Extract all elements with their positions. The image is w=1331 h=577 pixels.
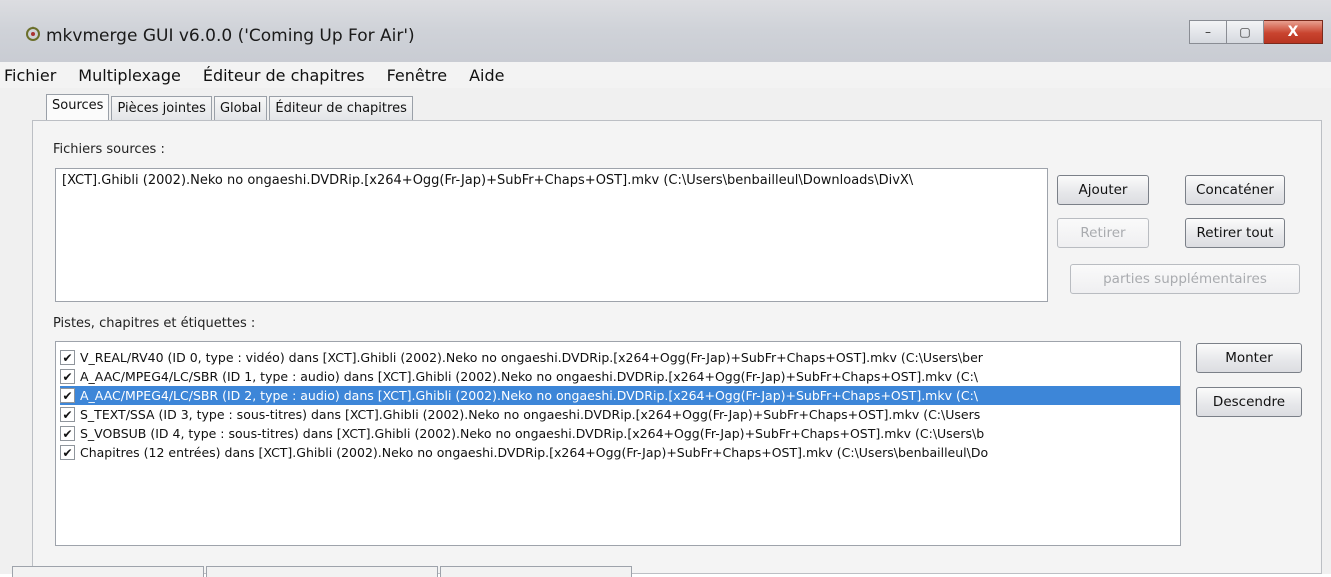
tab-bar: Sources Pièces jointes Global Éditeur de… xyxy=(46,94,415,120)
track-label: A_AAC/MPEG4/LC/SBR (ID 2, type : audio) … xyxy=(80,388,978,403)
track-label: V_REAL/RV40 (ID 0, type : vidéo) dans [X… xyxy=(80,350,983,365)
track-row[interactable]: ✔ A_AAC/MPEG4/LC/SBR (ID 1, type : audio… xyxy=(60,367,1180,386)
close-button[interactable]: X xyxy=(1264,20,1323,44)
track-checkbox[interactable]: ✔ xyxy=(60,350,75,365)
track-label: Chapitres (12 entrées) dans [XCT].Ghibli… xyxy=(80,445,989,460)
tab-pieces-jointes[interactable]: Pièces jointes xyxy=(111,96,212,120)
track-row[interactable]: ✔ Chapitres (12 entrées) dans [XCT].Ghib… xyxy=(60,443,1180,462)
menu-fichier[interactable]: Fichier xyxy=(4,66,56,85)
title-bar[interactable]: mkvmerge GUI v6.0.0 ('Coming Up For Air'… xyxy=(0,0,1331,62)
menu-fenetre[interactable]: Fenêtre xyxy=(387,66,448,85)
track-checkbox[interactable]: ✔ xyxy=(60,369,75,384)
tab-global[interactable]: Global xyxy=(213,96,268,120)
bottom-tab[interactable] xyxy=(440,566,632,577)
move-up-button[interactable]: Monter xyxy=(1196,343,1302,373)
track-row-selected[interactable]: ✔ A_AAC/MPEG4/LC/SBR (ID 2, type : audio… xyxy=(60,386,1180,405)
add-button[interactable]: Ajouter xyxy=(1057,175,1149,205)
close-icon: X xyxy=(1287,24,1299,40)
track-row[interactable]: ✔ S_VOBSUB (ID 4, type : sous-titres) da… xyxy=(60,424,1180,443)
source-file-item[interactable]: [XCT].Ghibli (2002).Neko no ongaeshi.DVD… xyxy=(62,173,913,188)
maximize-button[interactable]: ▢ xyxy=(1227,20,1264,44)
move-down-button[interactable]: Descendre xyxy=(1196,387,1302,417)
bottom-tab[interactable] xyxy=(12,566,204,577)
remove-button[interactable]: Retirer xyxy=(1057,218,1149,248)
window-controls: – ▢ X xyxy=(1189,20,1323,44)
track-label: S_TEXT/SSA (ID 3, type : sous-titres) da… xyxy=(80,407,981,422)
track-checkbox[interactable]: ✔ xyxy=(60,407,75,422)
sources-tab-panel: Fichiers sources : [XCT].Ghibli (2002).N… xyxy=(32,120,1322,574)
tab-editeur-chapitres[interactable]: Éditeur de chapitres xyxy=(269,96,413,120)
menu-multiplexage[interactable]: Multiplexage xyxy=(78,66,181,85)
track-checkbox[interactable]: ✔ xyxy=(60,388,75,403)
tab-sources[interactable]: Sources xyxy=(46,94,110,120)
source-files-list[interactable]: [XCT].Ghibli (2002).Neko no ongaeshi.DVD… xyxy=(55,168,1048,302)
bottom-tab-bar xyxy=(12,566,634,577)
minimize-button[interactable]: – xyxy=(1189,20,1227,44)
tracks-list[interactable]: ✔ V_REAL/RV40 (ID 0, type : vidéo) dans … xyxy=(55,341,1181,546)
track-label: S_VOBSUB (ID 4, type : sous-titres) dans… xyxy=(80,426,985,441)
track-checkbox[interactable]: ✔ xyxy=(60,445,75,460)
app-window: mkvmerge GUI v6.0.0 ('Coming Up For Air'… xyxy=(0,0,1331,577)
menu-editeur-chapitres[interactable]: Éditeur de chapitres xyxy=(203,66,365,85)
additional-parts-button[interactable]: parties supplémentaires xyxy=(1070,264,1300,294)
source-files-label: Fichiers sources : xyxy=(53,142,165,157)
menu-bar: Fichier Multiplexage Éditeur de chapitre… xyxy=(0,62,1331,88)
tracks-label: Pistes, chapitres et étiquettes : xyxy=(53,316,256,331)
remove-all-button[interactable]: Retirer tout xyxy=(1185,218,1285,248)
track-checkbox[interactable]: ✔ xyxy=(60,426,75,441)
menu-aide[interactable]: Aide xyxy=(469,66,504,85)
concatenate-button[interactable]: Concaténer xyxy=(1185,175,1285,205)
window-title: mkvmerge GUI v6.0.0 ('Coming Up For Air'… xyxy=(46,26,415,46)
track-label: A_AAC/MPEG4/LC/SBR (ID 1, type : audio) … xyxy=(80,369,978,384)
bottom-tab[interactable] xyxy=(206,566,438,577)
track-row[interactable]: ✔ S_TEXT/SSA (ID 3, type : sous-titres) … xyxy=(60,405,1180,424)
mkvmerge-app-icon xyxy=(26,26,40,41)
minimize-icon: – xyxy=(1205,25,1211,39)
maximize-icon: ▢ xyxy=(1239,25,1251,39)
track-row[interactable]: ✔ V_REAL/RV40 (ID 0, type : vidéo) dans … xyxy=(60,348,1180,367)
